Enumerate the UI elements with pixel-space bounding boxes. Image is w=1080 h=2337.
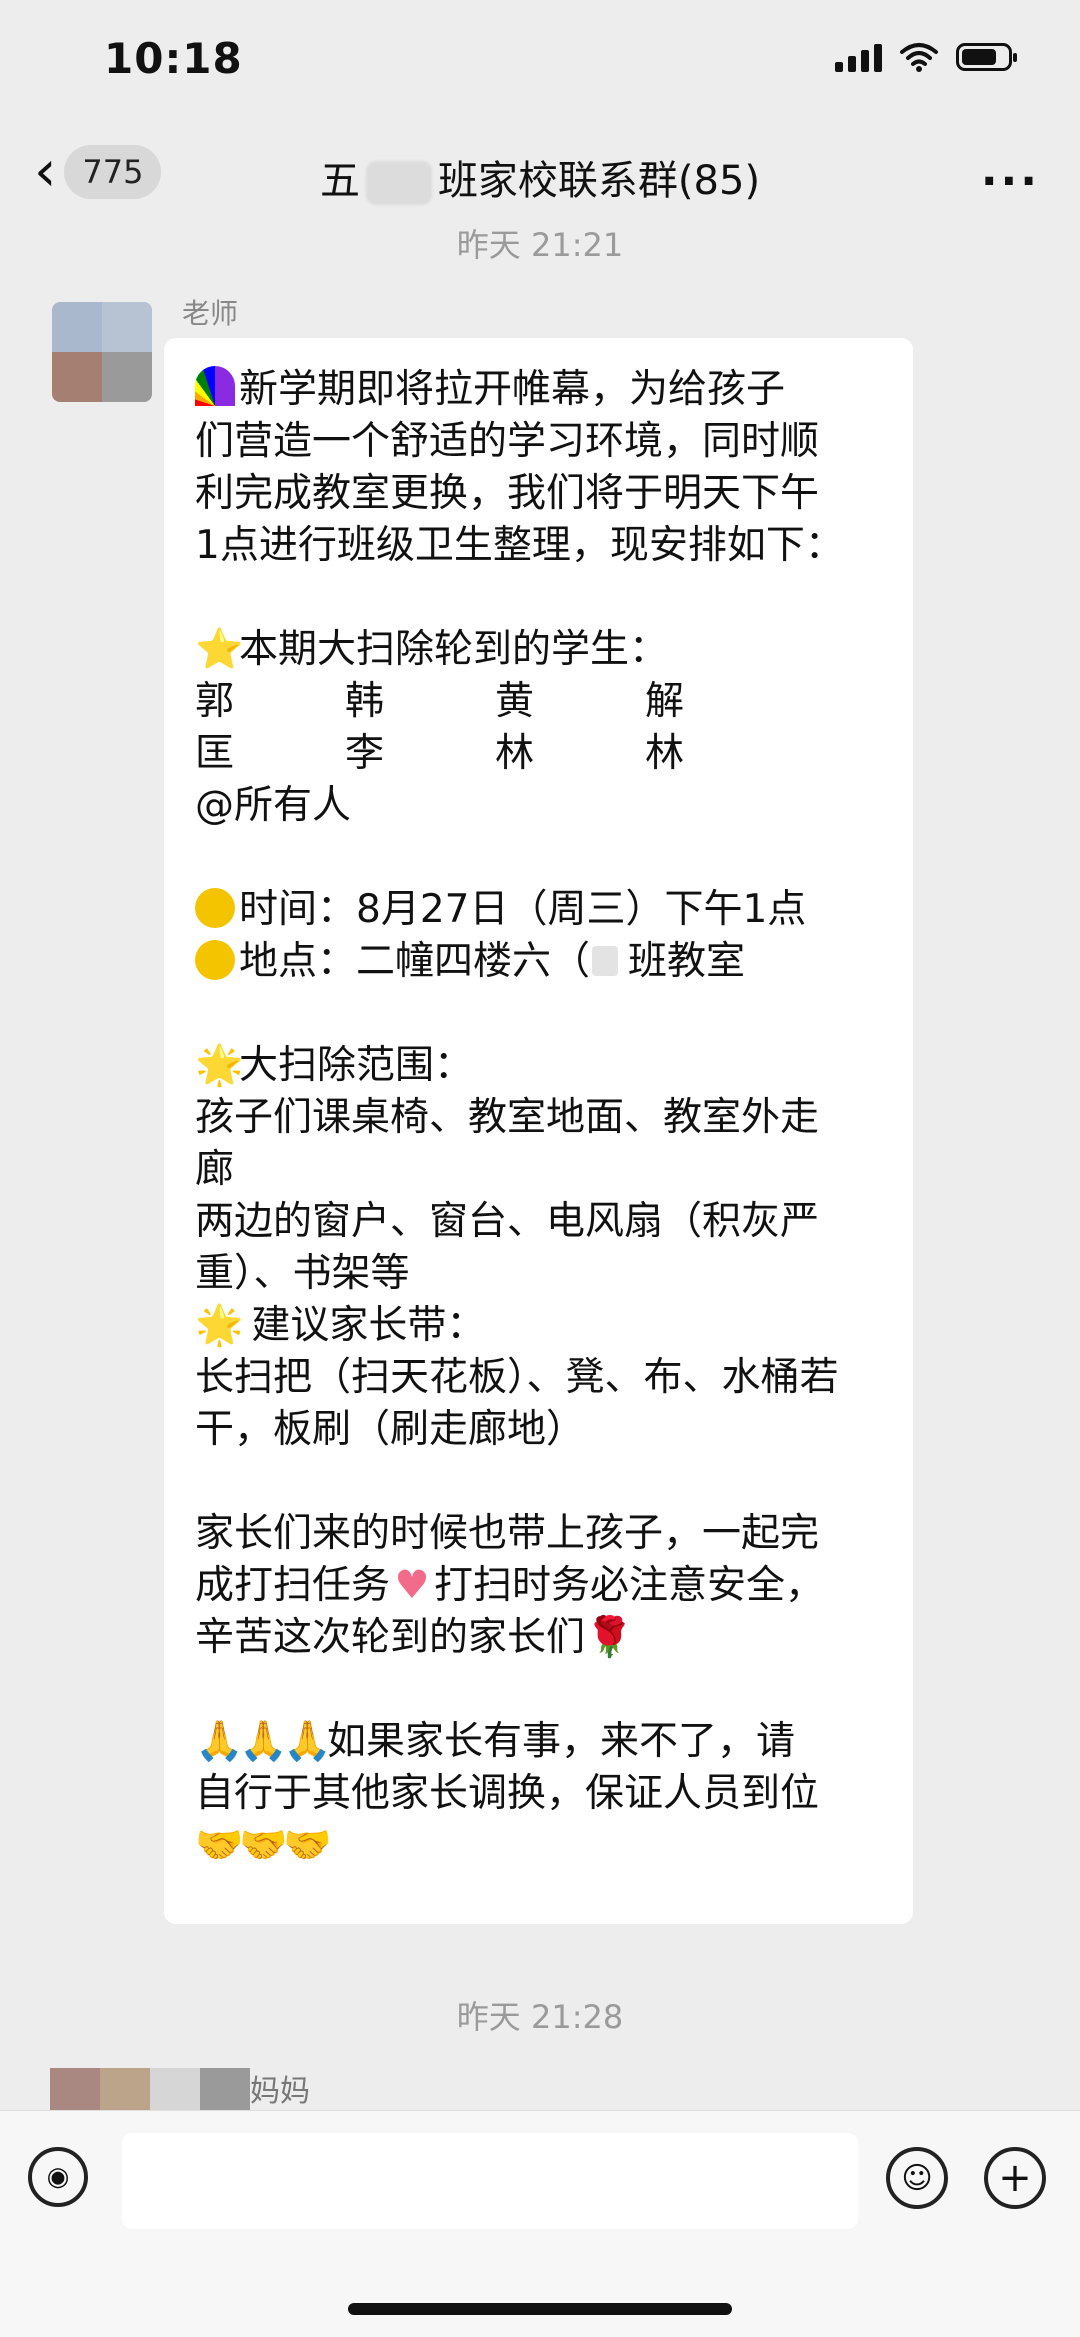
message-line: 利完成教室更换，我们将于明天下午 [195,471,820,516]
star-icon: ⭐ [195,627,244,672]
cellular-signal-icon [835,42,882,72]
message-text: 新学期即将拉开帷幕，为给孩子 [239,367,786,412]
message-line: 两边的窗户、窗台、电风扇（积灰严 [195,1199,820,1244]
message-line: 新学期即将拉开帷幕，为给孩子 [195,364,885,416]
rainbow-icon [195,366,235,406]
input-bar: ◉ ☺ + [0,2110,1080,2337]
plus-icon: + [998,2155,1032,2201]
student-name: 林 [495,731,535,776]
message-line: 们营造一个舒适的学习环境，同时顺 [195,419,820,464]
message-line: 干，板刷（刷走廊地） [195,1407,586,1452]
heart-icon: ♥ [394,1563,430,1608]
more-options-icon[interactable]: ··· [981,156,1040,207]
timestamp: 昨天 21:21 [456,226,624,264]
message-line: ⭐本期大扫除轮到的学生： [195,624,885,676]
message-line: 🙏🙏🙏如果家长有事，来不了，请 [195,1716,885,1768]
message-text: 班教室 [628,939,746,984]
pray-hands-icon: 🙏 [283,1719,332,1764]
sender-name: 妈妈 [250,2074,310,2109]
smiley-icon: ☺ [901,2160,933,2196]
student-names-row: 郭 韩 黄 解 [195,676,885,728]
voice-input-button[interactable]: ◉ [28,2147,88,2207]
message-line: 廊 [195,1147,235,1192]
message-line: 成打扫任务 ♥ 打扫时务必注意安全， [195,1560,885,1612]
yellow-circle-icon [195,888,235,928]
pray-hands-icon: 🙏 [239,1719,288,1764]
status-icons [835,42,1017,72]
avatar[interactable] [52,302,152,402]
message-line: 地点：二幢四楼六（ 班教室 [195,936,885,988]
message-line: 🌟 建议家长带： [195,1300,885,1352]
message-text: 本期大扫除轮到的学生： [239,627,669,672]
battery-icon [956,43,1017,71]
status-bar: 10:18 [0,0,1080,120]
status-time: 10:18 [104,34,243,83]
message-line: 🌟大扫除范围： [195,1040,885,1092]
message-line: 孩子们课桌椅、教室地面、教室外走 [195,1095,820,1140]
message-line: 长扫把（扫天花板）、凳、布、水桶若 [195,1355,839,1400]
nav-bar: ‹ 775 五班家校联系群(85) ··· [0,120,1080,228]
emoji-button[interactable]: ☺ [886,2147,948,2209]
glowing-star-icon: 🌟 [195,1303,244,1348]
message-text: 地点：二幢四楼六（ [239,939,591,984]
message-bubble[interactable]: 新学期即将拉开帷幕，为给孩子 们营造一个舒适的学习环境，同时顺 利完成教室更换，… [164,338,913,1924]
message-line: 辛苦这次轮到的家长们🌹 [195,1612,885,1664]
student-name: 解 [645,679,685,724]
student-name: 李 [345,731,385,776]
message-line: 1点进行班级卫生整理，现安排如下： [195,523,844,568]
student-name: 林 [645,731,685,776]
handshake-icon: 🤝 [239,1823,288,1868]
chat-title-prefix: 五 [319,158,360,204]
message-text: 时间：8月27日（周三）下午1点 [239,887,807,932]
student-name: 郭 [195,679,235,724]
message-text: 大扫除范围： [239,1043,474,1088]
student-name: 黄 [495,679,535,724]
pray-hands-icon: 🙏 [195,1719,244,1764]
message-line: 🤝🤝🤝 [195,1820,885,1872]
message-line: 时间：8月27日（周三）下午1点 [195,884,885,936]
message-line: 重）、书架等 [195,1251,410,1296]
chat-title-suffix: 班家校联系群(85) [437,158,761,204]
message-text: 成打扫任务 [195,1563,391,1608]
chat-title: 五 班家校联系群(85) [0,148,1080,206]
message-text: 辛苦这次轮到的家长们 [195,1615,586,1660]
wifi-icon [900,43,938,72]
message-text: 如果家长有事，来不了，请 [327,1719,796,1764]
student-names-row: 匡 李 林 林 [195,728,885,780]
yellow-circle-icon [195,940,235,980]
rose-icon: 🌹 [585,1615,634,1660]
glowing-star-icon: 🌟 [195,1043,244,1088]
message-text: 建议家长带： [239,1303,486,1348]
home-indicator[interactable] [348,2303,732,2315]
redacted-region [592,946,619,976]
message-line: 自行于其他家长调换，保证人员到位 [195,1771,820,1816]
message-line: 家长们来的时候也带上孩子，一起完 [195,1511,820,1556]
student-name: 匡 [195,731,235,776]
handshake-icon: 🤝 [195,1823,244,1868]
message-input[interactable] [122,2133,858,2229]
student-name: 韩 [345,679,385,724]
mention-all: @所有人 [195,783,352,828]
redacted-region [365,161,432,205]
handshake-icon: 🤝 [283,1823,332,1868]
more-actions-button[interactable]: + [984,2147,1046,2209]
timestamp: 昨天 21:28 [456,1998,624,2036]
voice-icon: ◉ [46,2162,70,2192]
message-text: 打扫时务必注意安全， [434,1563,825,1608]
sender-name: 老师 [182,297,239,330]
